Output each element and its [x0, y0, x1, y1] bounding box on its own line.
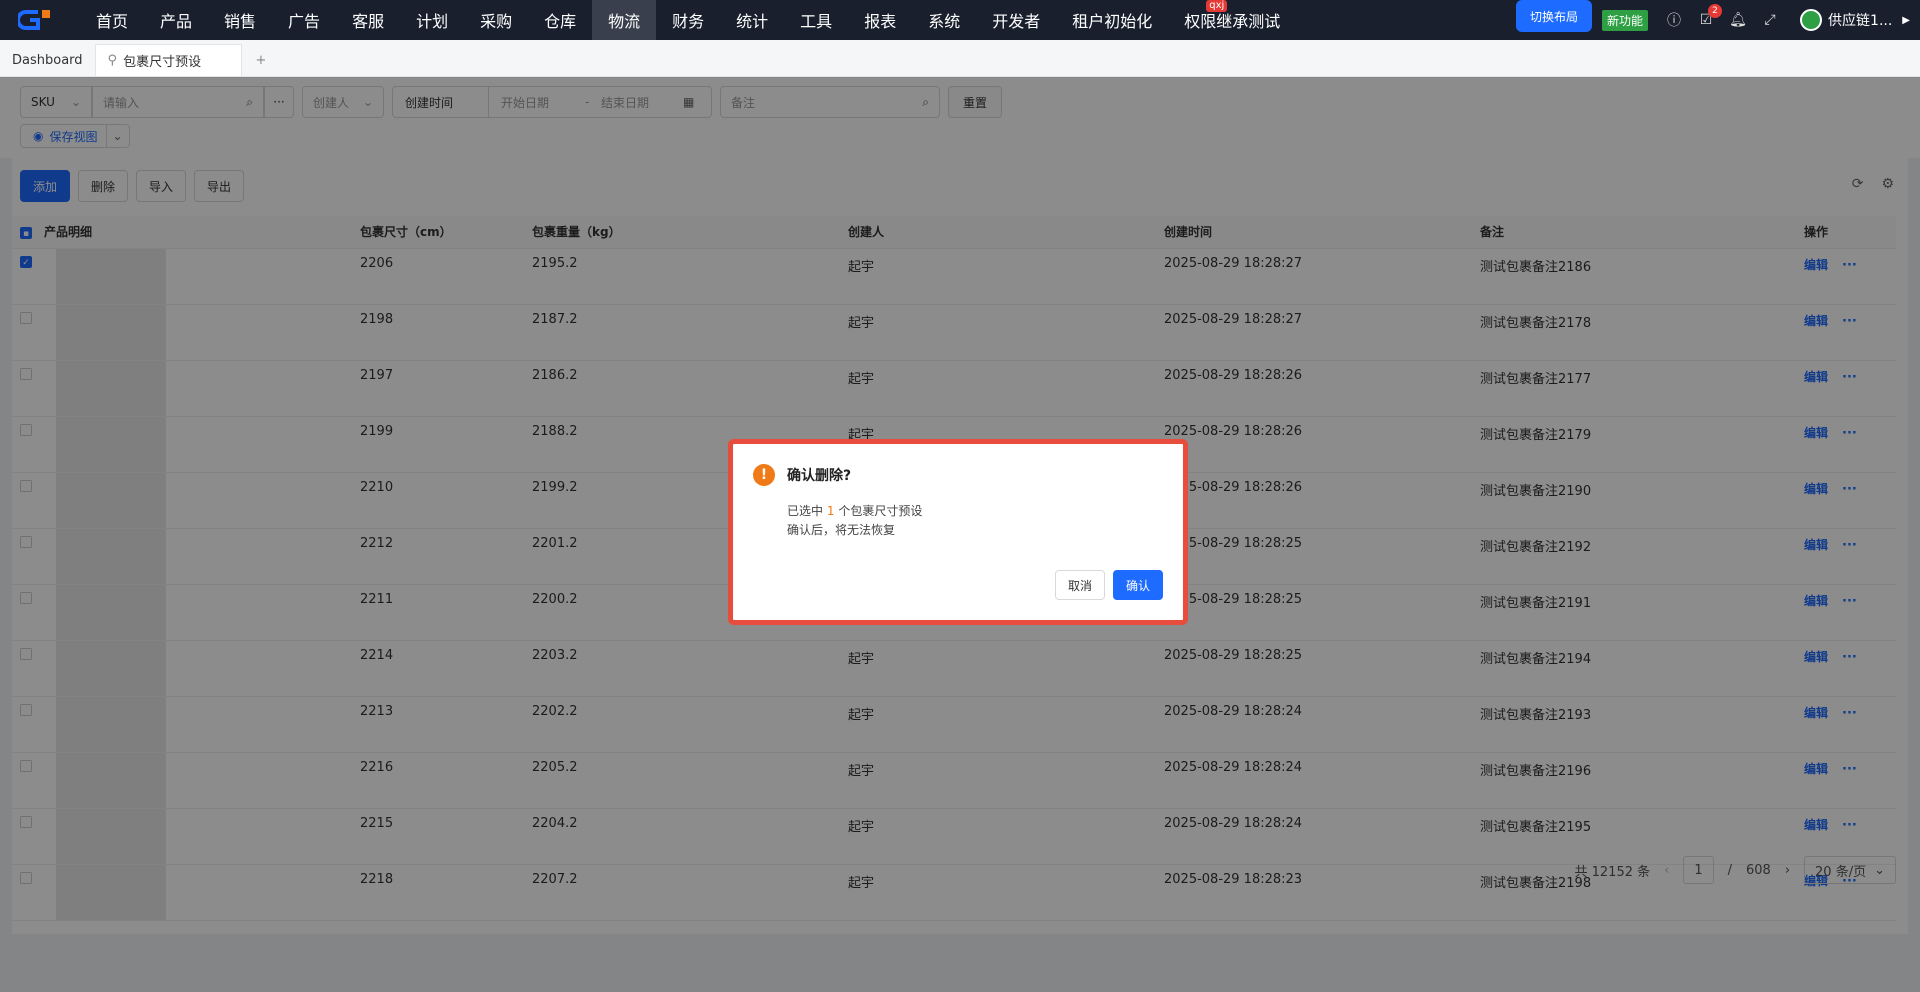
nav-item[interactable]: 计划 [400, 0, 464, 40]
nav-item[interactable]: 采购 [464, 0, 528, 40]
dialog-title: 确认删除? [787, 468, 852, 484]
nav-item-label: 销售 [224, 12, 257, 31]
task-icon[interactable]: ☑ 2 [1694, 4, 1723, 32]
top-nav: 首页 产品 销售 广告 客服 计划 采购 仓库 物流 财务 统计 工具 报表 系统 开发者 租户初始化 权限继承… [0, 0, 1920, 40]
help-icon[interactable]: ⓘ [1662, 8, 1686, 32]
nav-item[interactable]: 开发者 [976, 0, 1056, 40]
tab-dashboard[interactable]: Dashboard [0, 44, 95, 76]
nav-item-label: 统计 [736, 12, 769, 31]
bell-icon[interactable]: 🔔︎ [1726, 8, 1750, 32]
nav-item-label: 客服 [352, 12, 385, 31]
user-name[interactable]: 供应链1... [1828, 10, 1892, 30]
nav-item-label: 物流 [608, 12, 641, 31]
avatar[interactable] [1800, 9, 1823, 31]
nav-item-label: 报表 [864, 12, 897, 31]
nav-item-label: 计划 [416, 12, 449, 31]
nav-item-label: 租户初始化 [1072, 12, 1153, 31]
nav-item-label: 系统 [928, 12, 961, 31]
confirm-button[interactable]: 确认 [1112, 570, 1163, 600]
nav-item-label: 仓库 [544, 12, 577, 31]
dialog-body: 已选中 1 个包裹尺寸预设 确认后，将无法恢复 [787, 502, 1163, 540]
selected-suffix: 个包裹尺寸预设 [838, 504, 923, 518]
nav-item[interactable]: 产品 [144, 0, 208, 40]
nav-item[interactable]: 客服 [336, 0, 400, 40]
nav-item[interactable]: 权限继承测试 qxj [1168, 0, 1296, 40]
pin-icon: ⚲ [107, 53, 118, 68]
nav-item-label: 首页 [96, 12, 129, 31]
fullscreen-icon[interactable]: ⤢ [1758, 8, 1782, 32]
dialog-line-2: 确认后，将无法恢复 [787, 523, 896, 537]
nav-item-label: 产品 [160, 12, 193, 31]
nav-item[interactable]: 报表 [848, 0, 912, 40]
nav-item[interactable]: 租户初始化 [1056, 0, 1168, 40]
nav-item[interactable]: 仓库 [528, 0, 592, 40]
nav-item-label: 工具 [800, 12, 833, 31]
nav-item[interactable]: 统计 [720, 0, 784, 40]
cancel-button[interactable]: 取消 [1054, 570, 1105, 600]
nav-item[interactable]: 首页 [80, 0, 144, 40]
selected-prefix: 已选中 [787, 504, 824, 518]
nav-item[interactable]: 销售 [208, 0, 272, 40]
nav-item[interactable]: 财务 [656, 0, 720, 40]
nav-item-label: 采购 [480, 12, 513, 31]
nav-item-label: 广告 [288, 12, 321, 31]
nav-item-label: 财务 [672, 12, 705, 31]
selected-count: 1 [826, 504, 835, 518]
tab-label: 包裹尺寸预设 [123, 55, 202, 70]
confirm-delete-dialog: ! 确认删除? 已选中 1 个包裹尺寸预设 确认后，将无法恢复 取消 确认 [728, 439, 1188, 625]
tab-package-size-preset[interactable]: ⚲ 包裹尺寸预设 [94, 44, 242, 76]
task-count-badge: 2 [1708, 4, 1723, 18]
switch-layout-button[interactable]: 切换布局 [1516, 0, 1593, 32]
app-logo[interactable] [0, 0, 80, 40]
nav-item[interactable]: 系统 [912, 0, 976, 40]
warning-icon: ! [753, 464, 775, 486]
nav-item[interactable]: 工具 [784, 0, 848, 40]
dialog-line-1: 已选中 1 个包裹尺寸预设 [787, 502, 1163, 521]
nav-item-label: 权限继承测试 [1184, 12, 1281, 31]
nav-tag-badge: qxj [1206, 0, 1228, 12]
nav-menu: 首页 产品 销售 广告 客服 计划 采购 仓库 物流 财务 统计 工具 报表 系统 开发者 租户初始化 权限继承… [80, 0, 1296, 40]
nav-item-label: 开发者 [992, 12, 1041, 31]
new-feature-badge[interactable]: 新功能 [1602, 9, 1649, 31]
caret-right-icon[interactable]: ▶ [1902, 15, 1910, 26]
add-tab-button[interactable]: + [256, 44, 267, 76]
nav-item[interactable]: 广告 [272, 0, 336, 40]
nav-item[interactable]: 物流 [592, 0, 657, 40]
page-tabs: Dashboard ⚲ 包裹尺寸预设 + [0, 40, 1920, 77]
